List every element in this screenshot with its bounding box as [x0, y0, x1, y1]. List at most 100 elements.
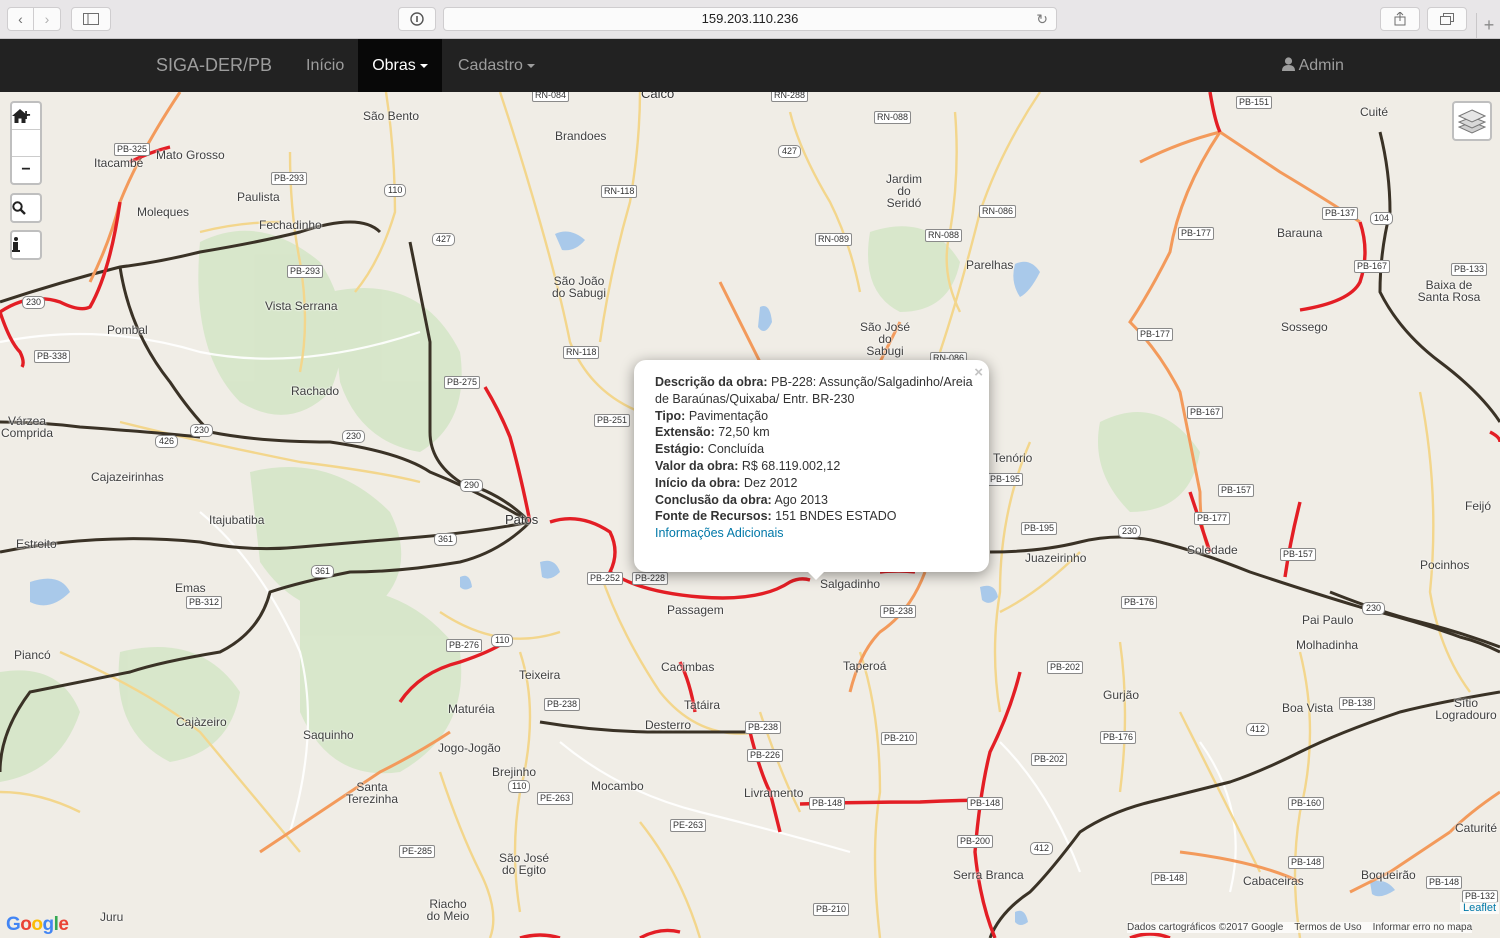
- road-shield: PB-202: [1031, 753, 1068, 766]
- road-shield: PB-251: [594, 414, 631, 427]
- road-shield: PB-148: [967, 797, 1004, 810]
- info-button[interactable]: [12, 232, 40, 258]
- field-value: 72,50 km: [718, 425, 770, 440]
- google-logo: Google: [6, 914, 69, 935]
- map-attribution: Dados cartográficos ©2017 Google Termos …: [1127, 922, 1473, 933]
- place-label: Teixeira: [519, 668, 561, 682]
- road-shield: 290: [460, 479, 484, 492]
- road-shield: PB-176: [1121, 596, 1158, 609]
- road-shield: PB-228: [632, 572, 669, 585]
- road-shield: PE-263: [670, 819, 707, 832]
- road-shield: PB-167: [1187, 406, 1224, 419]
- road-shield: PB-200: [957, 835, 994, 848]
- vegetation-areas: [0, 226, 1200, 782]
- place-label: Juazeirinho: [1025, 551, 1087, 565]
- browser-toolbar: ‹ › 159.203.110.236 ↻ +: [0, 0, 1500, 39]
- road-shield: PB-177: [1194, 512, 1231, 525]
- caret-down-icon: [526, 63, 535, 68]
- road-shield: PB-275: [444, 376, 481, 389]
- place-label: São José do Egito: [498, 851, 550, 877]
- place-label: Fechadinho: [259, 218, 322, 232]
- zoom-out-button[interactable]: −: [12, 157, 40, 183]
- road-shield: PB-238: [745, 721, 782, 734]
- road-shield: RN-088: [925, 229, 963, 242]
- road-shield: 427: [778, 145, 802, 158]
- place-label: Caturité: [1455, 821, 1498, 835]
- place-label: Serra Branca: [953, 868, 1024, 882]
- road-shield: PB-148: [1151, 872, 1188, 885]
- brand-link[interactable]: SIGA-DER/PB: [156, 39, 272, 92]
- close-icon[interactable]: ×: [974, 364, 983, 381]
- place-label: Barauna: [1277, 226, 1323, 240]
- field-label: Conclusão da obra:: [655, 492, 772, 507]
- place-label: Gurjão: [1103, 688, 1140, 702]
- place-label: Cajazeirinhas: [91, 470, 164, 484]
- place-label: Soledade: [1187, 543, 1238, 557]
- road-shield: PB-148: [1426, 876, 1463, 889]
- nav-item-obras[interactable]: Obras: [358, 39, 442, 92]
- reload-icon[interactable]: ↻: [1036, 8, 1048, 30]
- road-shield: PB-157: [1280, 548, 1317, 561]
- nav-item-inicio[interactable]: Início: [306, 39, 344, 92]
- terms-link[interactable]: Termos de Uso: [1294, 922, 1361, 933]
- home-button[interactable]: [12, 109, 40, 157]
- road-shield: 230: [342, 430, 366, 443]
- road-shield: 230: [22, 296, 46, 309]
- road-shield: RN-086: [979, 205, 1017, 218]
- caret-down-icon: [419, 63, 428, 68]
- new-tab-button[interactable]: +: [1476, 13, 1500, 39]
- tabs-overview-button[interactable]: [1427, 7, 1467, 31]
- field-value: Pavimentação: [688, 408, 769, 423]
- place-label: Sossego: [1281, 320, 1328, 334]
- nav-item-cadastro[interactable]: Cadastro: [458, 39, 535, 92]
- reader-button[interactable]: [398, 7, 436, 31]
- sidebar-toggle-button[interactable]: [71, 7, 111, 31]
- share-button[interactable]: [1380, 7, 1420, 31]
- road-shield: 412: [1030, 842, 1054, 855]
- place-label: Cajàzeiro: [176, 715, 227, 729]
- road-shield: 230: [1362, 602, 1386, 615]
- tabs-icon: [1440, 13, 1454, 25]
- place-label: Tatáira: [684, 698, 721, 712]
- field-label: Fonte de Recursos:: [655, 509, 772, 524]
- road-shield: PB-210: [813, 903, 850, 916]
- address-bar[interactable]: 159.203.110.236 ↻: [443, 7, 1057, 31]
- road-shield: 230: [1118, 525, 1142, 538]
- road-shield: PB-138: [1339, 697, 1376, 710]
- road-shield: PB-202: [1047, 661, 1084, 674]
- place-label: Feijó: [1465, 499, 1492, 513]
- road-shield: PB-148: [809, 797, 846, 810]
- road-shield: PB-167: [1354, 260, 1391, 273]
- road-shield: 361: [434, 533, 458, 546]
- field-label: Valor da obra:: [655, 458, 739, 473]
- road-shield: PB-177: [1137, 328, 1174, 341]
- nav-item-label: Cadastro: [458, 57, 523, 74]
- place-label: Cacimbas: [661, 660, 715, 674]
- road-shield: PB-210: [881, 732, 918, 745]
- road-shield: 104: [1370, 212, 1394, 225]
- place-label: Boa Vista: [1282, 701, 1334, 715]
- forward-button[interactable]: ›: [33, 7, 61, 31]
- additional-info-link[interactable]: Informações Adicionais: [655, 526, 784, 540]
- layers-control-button[interactable]: [1452, 101, 1492, 141]
- user-menu[interactable]: Admin: [1282, 39, 1344, 92]
- road-shield: 426: [155, 435, 179, 448]
- report-error-link[interactable]: Informar erro no mapa: [1373, 922, 1473, 933]
- back-button[interactable]: ‹: [7, 7, 34, 31]
- search-button[interactable]: [12, 195, 40, 221]
- field-label: Estágio:: [655, 442, 705, 457]
- road-shield: 412: [1246, 723, 1270, 736]
- field-value: Ago 2013: [774, 492, 829, 507]
- field-label: Descrição da obra:: [655, 375, 768, 389]
- road-shield: PB-160: [1288, 797, 1325, 810]
- road-shield: PB-195: [1021, 522, 1058, 535]
- leaflet-attribution-link[interactable]: Leaflet: [1460, 902, 1500, 914]
- place-label: Boqueirão: [1361, 868, 1416, 882]
- place-label: Itacambé: [94, 156, 144, 170]
- road-shield: 361: [311, 565, 335, 578]
- place-label: Passagem: [667, 603, 724, 617]
- road-shield: RN-288: [771, 92, 809, 102]
- nav-item-label: Obras: [372, 57, 416, 74]
- place-label: Brejinho: [492, 765, 537, 779]
- map-view[interactable]: Caicó São Bento Brandoes Mato Grosso Ita…: [0, 92, 1500, 938]
